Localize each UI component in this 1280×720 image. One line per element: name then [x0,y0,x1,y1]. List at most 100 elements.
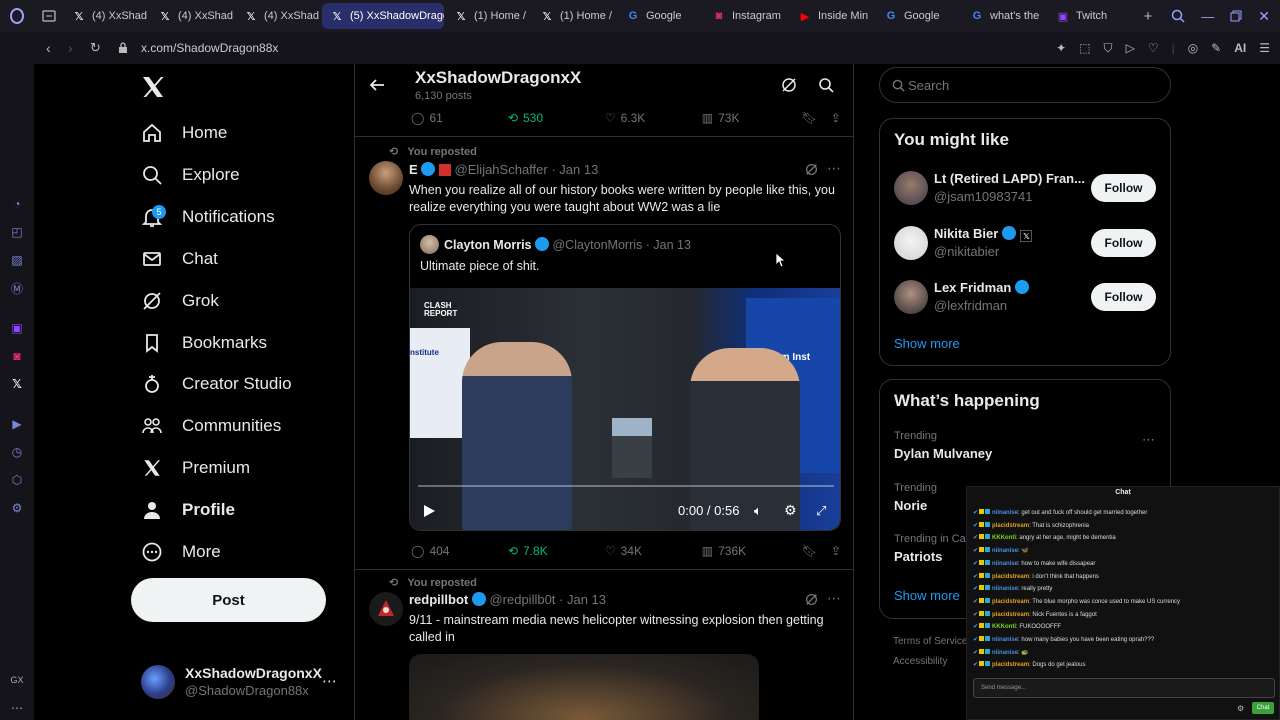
sidebar-x-icon[interactable]: 𝕏 [9,376,25,392]
more-icon[interactable]: ⋯ [322,672,337,690]
video-player[interactable]: CLASH REPORT nstitute MirYam Inst 0:00 /… [410,288,840,530]
search-icon[interactable] [818,77,834,93]
nav-item-communities[interactable]: Communities [140,406,281,446]
sidebar-m-icon[interactable]: Ⓜ [9,280,25,296]
sidebar-instagram-icon[interactable]: ◙ [9,348,25,364]
browser-tab[interactable]: 𝕏 (1) Home / [446,3,530,29]
search-input[interactable]: Search [908,78,949,93]
account-switcher[interactable]: XxShadowDragonxX @ShadowDragon88x ⋯ [140,664,345,700]
more-icon[interactable]: ⋯ [827,160,841,177]
chat-username[interactable]: placidstream [992,599,1029,605]
chat-username[interactable]: niinanise [992,637,1018,643]
chat-send-button[interactable]: Chat [1252,702,1274,714]
suggested-user[interactable]: Lex Fridman @lexfridman Follow [880,278,1170,318]
search-box[interactable]: Search [879,67,1171,103]
like-button[interactable]: ♡ 6.3K [605,111,702,125]
follow-button[interactable]: Follow [1091,174,1156,202]
suggested-user[interactable]: Lt (Retired LAPD) Fran... @jsam10983741 Fo… [880,169,1170,209]
avatar[interactable] [369,161,403,195]
grok-icon[interactable] [805,593,818,606]
sidebar-player-icon[interactable]: ▶ [9,416,25,432]
browser-tab[interactable]: 𝕏 (1) Home / [532,3,616,29]
snapshot-icon[interactable]: ⬚ [1079,41,1090,55]
nav-item-grok[interactable]: Grok [140,281,219,321]
suggested-user[interactable]: Nikita Bier 𝕏 @nikitabier Follow [880,224,1170,264]
chat-username[interactable]: placidstream [992,612,1029,618]
volume-icon[interactable]: 🔈︎ [754,503,762,519]
browser-tab[interactable]: 𝕏 (4) XxShad [64,3,148,29]
tweet-date[interactable]: · Jan 13 [551,162,598,177]
nav-item-creator-studio[interactable]: Creator Studio [140,364,292,404]
repost-button[interactable]: ⟲ 7.8K [508,544,605,558]
like-button[interactable]: ♡ 34K [605,544,702,558]
share-icon[interactable]: ⇪ [831,111,841,125]
repost-button[interactable]: ⟲ 530 [508,111,605,125]
reply-button[interactable]: ◯ 61 [411,111,508,125]
close-icon[interactable]: ✕ [1258,8,1270,25]
author-name[interactable]: E [409,162,418,177]
trend-item[interactable]: Trending Dylan Mulvaney ⋯ [880,430,1170,470]
settings-icon[interactable]: ⚙ [784,502,797,519]
chat-username[interactable]: niinanise [992,650,1018,656]
browser-tab[interactable]: 𝕏 (5) XxShadowDrago [322,3,444,29]
tweet[interactable]: ⟲ You reposted redpillbot @redpillb0t · … [355,570,853,720]
forward-icon[interactable]: › [68,40,73,56]
chat-username[interactable]: niinanise [992,510,1018,516]
new-tab-button[interactable]: + [1138,8,1158,25]
chat-username[interactable]: niinanise [992,561,1018,567]
back-arrow-icon[interactable] [369,77,385,93]
sidebar-gx-icon[interactable]: GX [9,672,25,688]
shield-icon[interactable]: ⛉ [1104,41,1113,56]
chat-username[interactable]: niinanise [992,548,1018,554]
browser-tab[interactable]: ◙ Instagram [704,3,788,29]
fullscreen-icon[interactable]: ⤢ [816,503,826,519]
search-icon[interactable] [1171,9,1185,23]
account-icon[interactable]: ◎ [1188,41,1198,55]
ai-button[interactable]: AI [1234,41,1246,55]
wand-icon[interactable]: ✎ [1211,41,1221,55]
browser-tab[interactable]: 𝕏 (4) XxShad [236,3,320,29]
nav-item-profile[interactable]: Profile [140,490,235,530]
tweet-media[interactable] [409,654,759,720]
share-icon[interactable]: ⇪ [831,544,841,558]
nav-item-more[interactable]: More [140,532,221,572]
show-more-link[interactable]: Show more [894,336,960,351]
author-handle[interactable]: @redpillb0t [489,592,555,607]
reply-button[interactable]: ◯ 404 [411,544,508,558]
follow-button[interactable]: Follow [1091,283,1156,311]
footer-accessibility[interactable]: Accessibility [893,656,947,667]
reload-icon[interactable]: ↻ [90,40,101,56]
nav-item-chat[interactable]: Chat [140,239,218,279]
footer-terms[interactable]: Terms of Service [893,636,967,647]
chat-input[interactable]: Send message... [973,678,1275,698]
avatar[interactable] [369,592,403,626]
opera-gx-logo-icon[interactable] [0,8,34,24]
browser-tab[interactable]: 𝕏 (4) XxShad [150,3,234,29]
back-icon[interactable]: ‹ [46,40,51,56]
tab-search-icon[interactable] [34,10,64,22]
grok-icon[interactable] [781,77,797,93]
video-progress[interactable] [418,485,834,487]
menu-icon[interactable]: ☰ [1259,41,1270,55]
pin-icon[interactable]: ✦ [1056,41,1066,55]
chat-username[interactable]: niinanise [992,586,1018,592]
restore-icon[interactable] [1230,10,1242,22]
chat-settings-icon[interactable]: ⚙ [1237,704,1244,713]
chat-username[interactable]: KKKonti [992,624,1016,630]
browser-tab[interactable]: G Google [618,3,702,29]
grok-icon[interactable] [805,163,818,176]
browser-tab[interactable]: ▶ Inside Min [790,3,874,29]
browser-tab[interactable]: ▣ Twitch [1048,3,1132,29]
views-button[interactable]: ▥ 73K [702,111,802,125]
nav-item-bookmarks[interactable]: Bookmarks [140,323,267,363]
author-name[interactable]: redpillbot [409,592,468,607]
play-icon[interactable]: ▷ [1126,41,1135,55]
nav-item-explore[interactable]: Explore [140,155,240,195]
author-handle[interactable]: @ElijahSchaffer [455,162,548,177]
chat-username[interactable]: placidstream [992,574,1029,580]
sidebar-speed-icon[interactable]: ◔ [9,196,25,212]
play-icon[interactable] [422,504,436,518]
url-field[interactable]: x.com/ShadowDragon88x [141,41,278,55]
chat-username[interactable]: placidstream [992,523,1029,529]
tweet-date[interactable]: · Jan 13 [559,592,606,607]
